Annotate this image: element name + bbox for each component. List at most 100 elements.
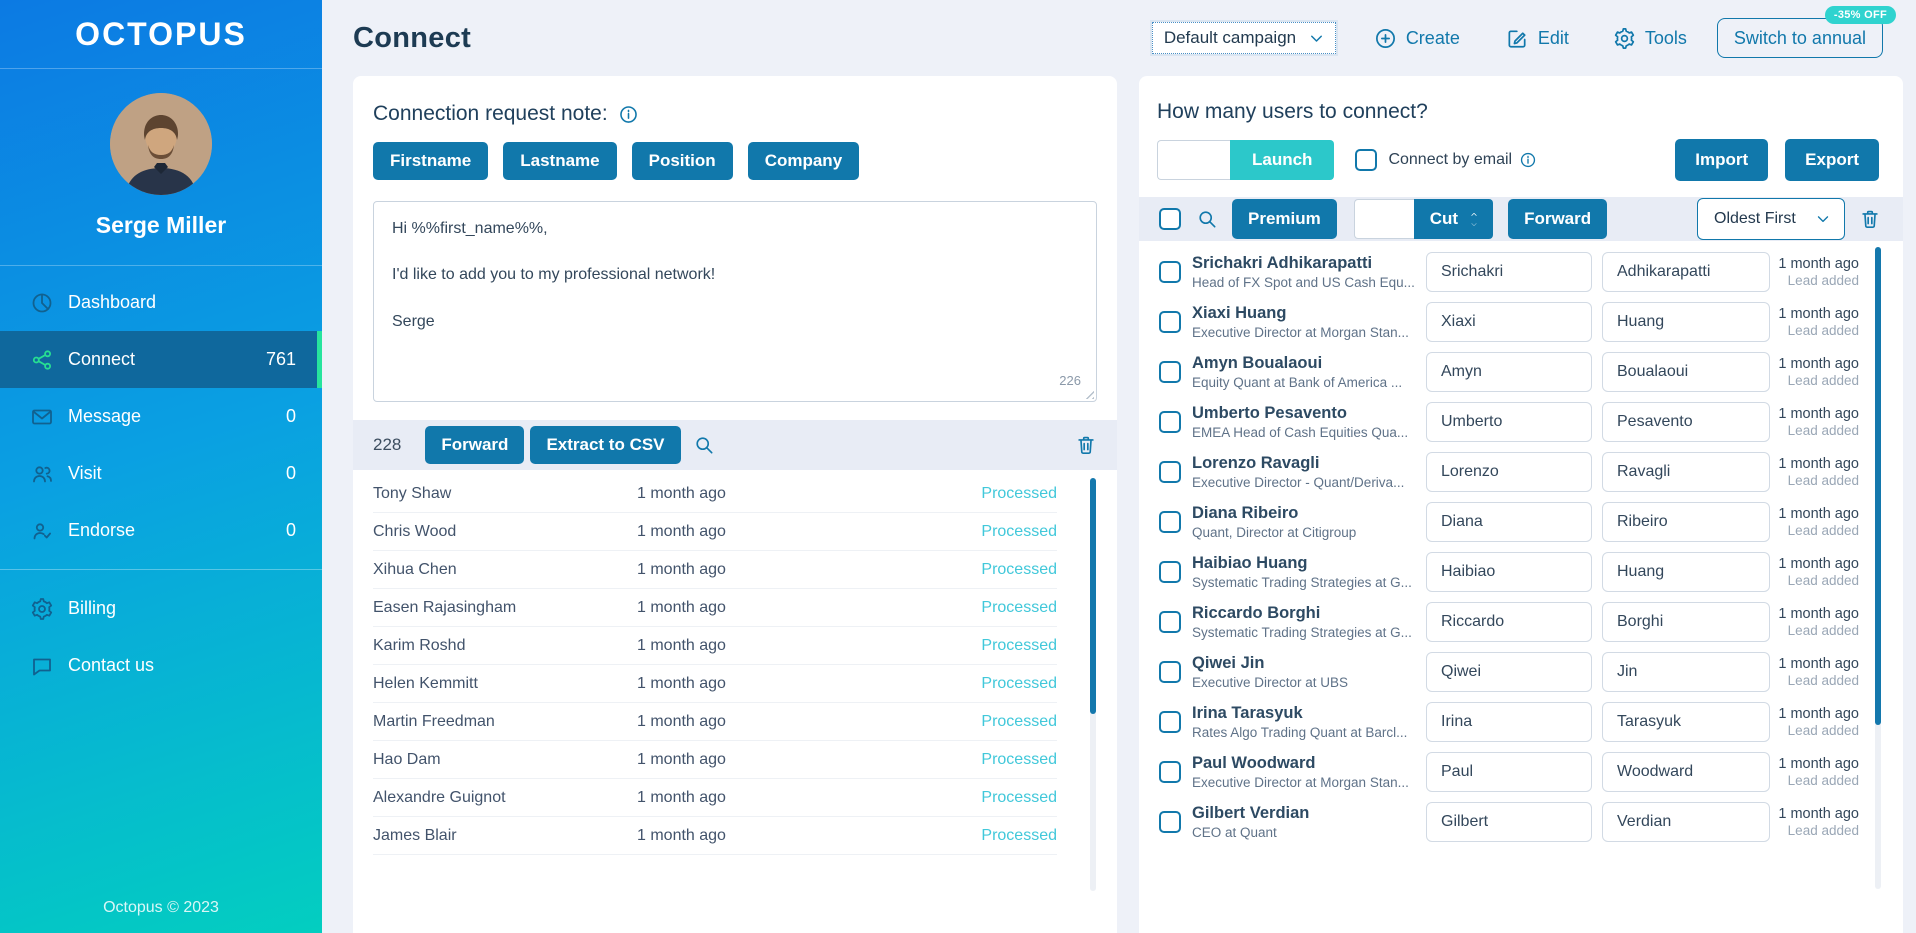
user-checkbox[interactable] (1159, 361, 1181, 383)
lastname-input[interactable] (1602, 402, 1770, 442)
sort-select[interactable]: Oldest First (1697, 198, 1845, 240)
token-button[interactable]: Company (747, 142, 860, 180)
chevron-down-icon[interactable] (1467, 220, 1481, 229)
user-info[interactable]: Amyn Boualaoui Equity Quant at Bank of A… (1192, 354, 1414, 390)
processed-row[interactable]: Karim Roshd 1 month ago Processed (373, 627, 1057, 665)
processed-row[interactable]: Alexandre Guignot 1 month ago Processed (373, 779, 1057, 817)
processed-row[interactable]: Martin Freedman 1 month ago Processed (373, 703, 1057, 741)
forward-button[interactable]: Forward (1508, 199, 1608, 239)
user-checkbox[interactable] (1159, 661, 1181, 683)
import-button[interactable]: Import (1675, 139, 1769, 181)
lastname-input[interactable] (1602, 252, 1770, 292)
lastname-input[interactable] (1602, 602, 1770, 642)
users-count-input[interactable] (1157, 140, 1230, 180)
scrollbar-thumb[interactable] (1875, 247, 1881, 725)
processed-row[interactable]: Tony Shaw 1 month ago Processed (373, 475, 1057, 513)
processed-row[interactable]: Xihua Chen 1 month ago Processed (373, 551, 1057, 589)
user-info[interactable]: Gilbert Verdian CEO at Quant (1192, 804, 1414, 840)
processed-row[interactable]: James Blair 1 month ago Processed (373, 817, 1057, 855)
user-info[interactable]: Haibiao Huang Systematic Trading Strateg… (1192, 554, 1414, 590)
search-icon[interactable] (1196, 208, 1218, 230)
scrollbar-thumb[interactable] (1090, 478, 1096, 714)
firstname-input[interactable] (1426, 652, 1592, 692)
create-button[interactable]: Create (1374, 27, 1460, 50)
user-checkbox[interactable] (1159, 261, 1181, 283)
sidebar-menu-item[interactable]: Endorse 0 (0, 502, 322, 559)
cut-count-input[interactable] (1353, 199, 1414, 239)
premium-button[interactable]: Premium (1232, 199, 1337, 239)
firstname-input[interactable] (1426, 252, 1592, 292)
launch-button[interactable]: Launch (1230, 140, 1335, 180)
user-info[interactable]: Xiaxi Huang Executive Director at Morgan… (1192, 304, 1414, 340)
firstname-input[interactable] (1426, 552, 1592, 592)
user-checkbox[interactable] (1159, 611, 1181, 633)
lastname-input[interactable] (1602, 702, 1770, 742)
chevron-up-icon[interactable] (1467, 210, 1481, 219)
connect-by-email-checkbox[interactable] (1355, 149, 1378, 171)
user-info[interactable]: Riccardo Borghi Systematic Trading Strat… (1192, 604, 1414, 640)
sidebar-menu-item[interactable]: Visit 0 (0, 445, 322, 502)
extract-to-csv-button[interactable]: Extract to CSV (530, 426, 681, 464)
info-icon[interactable] (618, 104, 639, 125)
sidebar-menu-item[interactable]: Billing (0, 580, 322, 637)
campaign-select[interactable]: Default campaign (1151, 22, 1336, 54)
trash-icon[interactable] (1075, 434, 1097, 456)
sidebar-menu-item[interactable]: Dashboard (0, 274, 322, 331)
token-button[interactable]: Position (631, 142, 733, 180)
export-button[interactable]: Export (1785, 139, 1879, 181)
firstname-input[interactable] (1426, 702, 1592, 742)
sidebar-menu-item[interactable]: Connect 761 (0, 331, 322, 388)
user-checkbox[interactable] (1159, 561, 1181, 583)
trash-icon[interactable] (1859, 208, 1881, 230)
user-info[interactable]: Umberto Pesavento EMEA Head of Cash Equi… (1192, 404, 1414, 440)
firstname-input[interactable] (1426, 352, 1592, 392)
sidebar-menu-item[interactable]: Message 0 (0, 388, 322, 445)
user-info[interactable]: Lorenzo Ravagli Executive Director - Qua… (1192, 454, 1414, 490)
firstname-input[interactable] (1426, 402, 1592, 442)
user-checkbox[interactable] (1159, 311, 1181, 333)
user-info[interactable]: Qiwei Jin Executive Director at UBS (1192, 654, 1414, 690)
firstname-input[interactable] (1426, 502, 1592, 542)
lastname-input[interactable] (1602, 302, 1770, 342)
info-icon[interactable] (1519, 151, 1537, 169)
lastname-input[interactable] (1602, 652, 1770, 692)
token-button[interactable]: Firstname (373, 142, 489, 180)
processed-row[interactable]: Chris Wood 1 month ago Processed (373, 513, 1057, 551)
avatar[interactable] (110, 93, 212, 195)
firstname-input[interactable] (1426, 302, 1592, 342)
search-icon[interactable] (693, 434, 715, 456)
firstname-input[interactable] (1426, 452, 1592, 492)
user-checkbox[interactable] (1159, 461, 1181, 483)
lastname-input[interactable] (1602, 802, 1770, 842)
cut-button[interactable]: Cut (1413, 199, 1494, 239)
lastname-input[interactable] (1602, 552, 1770, 592)
note-textarea[interactable]: Hi %%first_name%%, I'd like to add you t… (373, 201, 1097, 402)
processed-row[interactable]: Easen Rajasingham 1 month ago Processed (373, 589, 1057, 627)
lastname-input[interactable] (1602, 352, 1770, 392)
lastname-input[interactable] (1602, 752, 1770, 792)
processed-row[interactable]: Helen Kemmitt 1 month ago Processed (373, 665, 1057, 703)
user-checkbox[interactable] (1159, 811, 1181, 833)
user-info[interactable]: Srichakri Adhikarapatti Head of FX Spot … (1192, 254, 1414, 290)
token-button[interactable]: Lastname (503, 142, 617, 180)
user-info[interactable]: Paul Woodward Executive Director at Morg… (1192, 754, 1414, 790)
contact-status: Processed (981, 560, 1057, 578)
user-info[interactable]: Irina Tarasyuk Rates Algo Trading Quant … (1192, 704, 1414, 740)
firstname-input[interactable] (1426, 602, 1592, 642)
lastname-input[interactable] (1602, 502, 1770, 542)
edit-button[interactable]: Edit (1506, 27, 1569, 50)
forward-button[interactable]: Forward (425, 426, 525, 464)
processed-row[interactable]: Hao Dam 1 month ago Processed (373, 741, 1057, 779)
user-info[interactable]: Diana Ribeiro Quant, Director at Citigro… (1192, 504, 1414, 540)
sidebar-menu-item[interactable]: Contact us (0, 637, 322, 694)
switch-to-annual-button[interactable]: Switch to annual -35% OFF (1716, 6, 1896, 58)
user-checkbox[interactable] (1159, 511, 1181, 533)
firstname-input[interactable] (1426, 752, 1592, 792)
tools-button[interactable]: Tools (1613, 27, 1687, 50)
user-checkbox[interactable] (1159, 711, 1181, 733)
firstname-input[interactable] (1426, 802, 1592, 842)
select-all-checkbox[interactable] (1159, 208, 1181, 230)
user-checkbox[interactable] (1159, 761, 1181, 783)
lastname-input[interactable] (1602, 452, 1770, 492)
user-checkbox[interactable] (1159, 411, 1181, 433)
